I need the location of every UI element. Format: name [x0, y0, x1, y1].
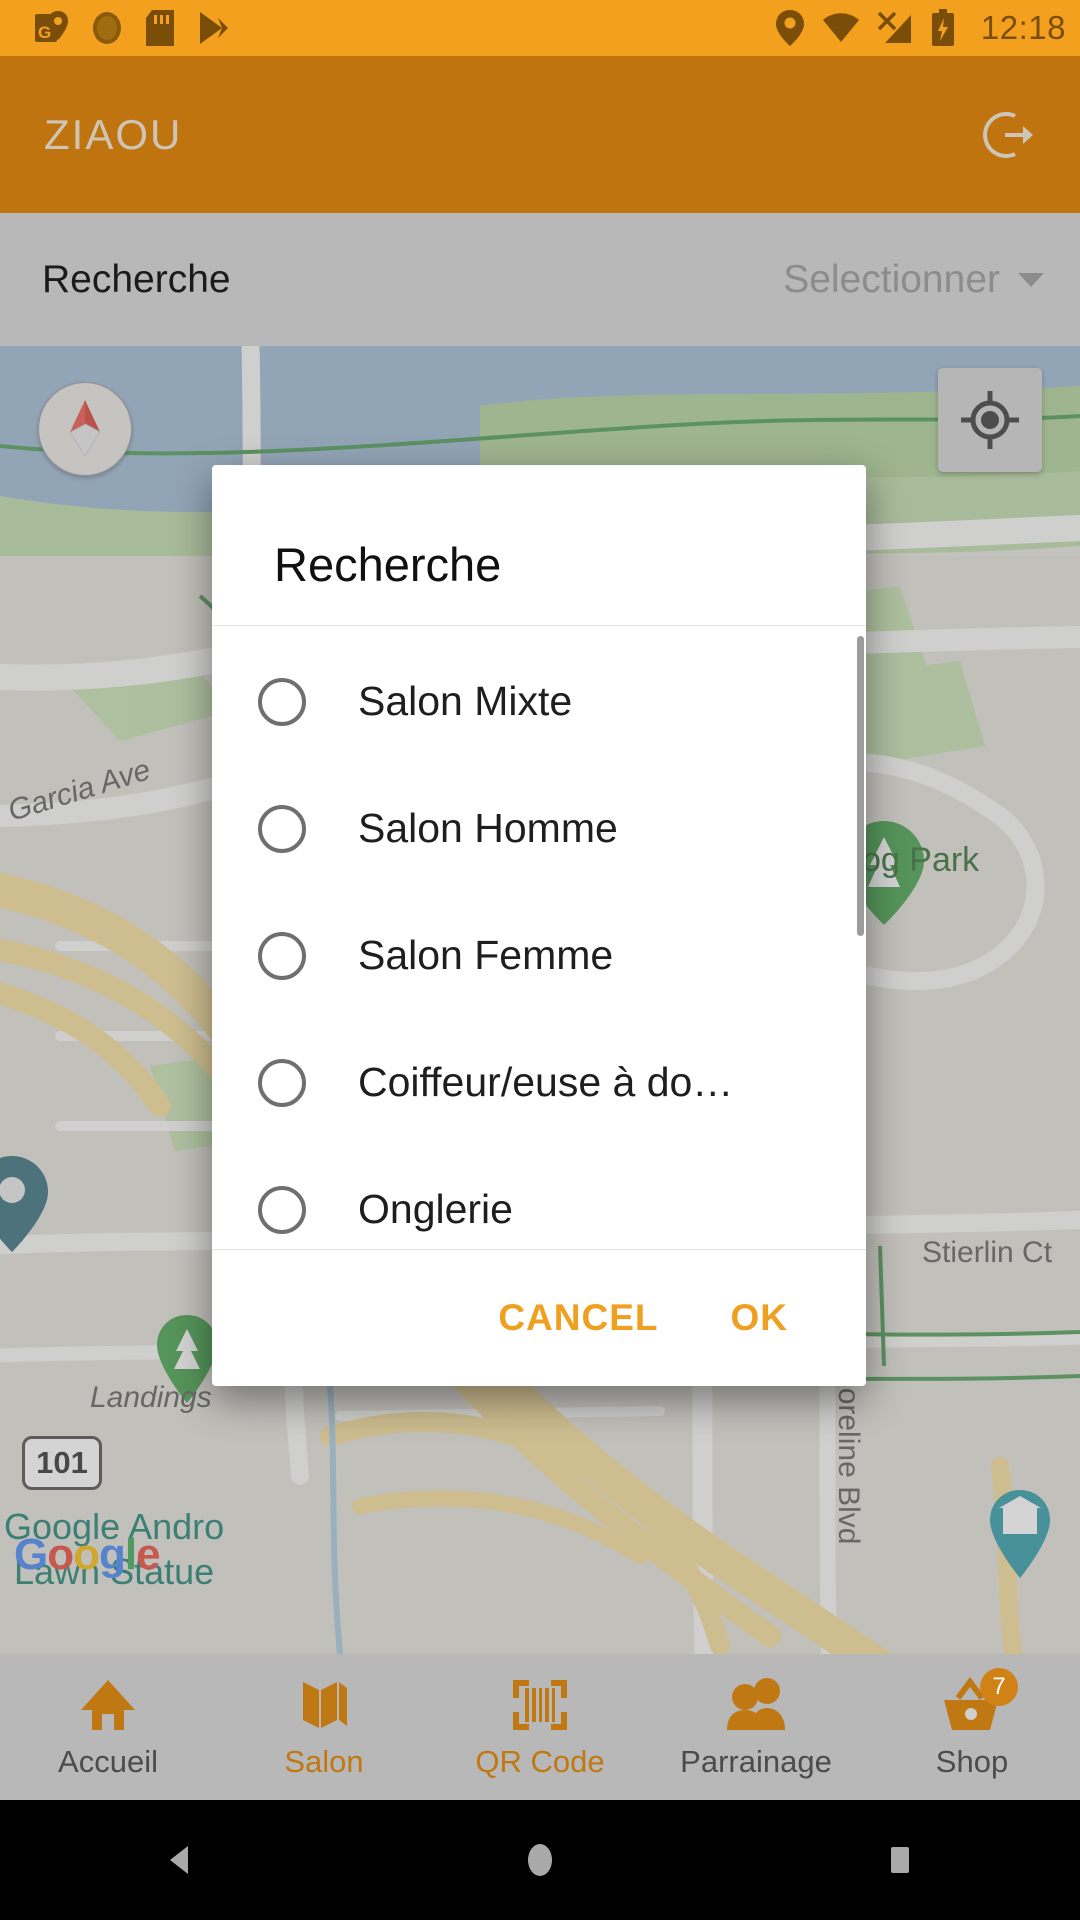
radio-option-label: Salon Mixte	[358, 678, 573, 724]
no-signal-icon	[877, 11, 911, 43]
circle-app-icon	[93, 12, 121, 44]
radio-option-salon-homme[interactable]: Salon Homme	[212, 765, 866, 892]
search-filter-bar: Recherche Selectionner	[0, 213, 1080, 346]
nav-label-parrainage: Parrainage	[680, 1744, 832, 1779]
dialog-list-scrollbar[interactable]	[857, 636, 864, 936]
compass-icon[interactable]	[38, 382, 132, 476]
battery-charging-icon	[931, 9, 954, 46]
my-location-icon[interactable]	[938, 368, 1042, 472]
dialog-action-bar: CANCEL OK	[212, 1250, 866, 1386]
radio-option-label: Coiffeur/euse à do…	[358, 1059, 734, 1105]
logout-icon[interactable]	[978, 103, 1042, 167]
museum-marker-icon	[990, 1490, 1050, 1578]
recherche-dialog: Recherche Salon Mixte Salon Homme Salon …	[212, 465, 866, 1386]
shop-badge-count: 7	[980, 1668, 1018, 1706]
map-icon	[295, 1674, 353, 1736]
cancel-button[interactable]: CANCEL	[472, 1279, 684, 1357]
play-store-icon	[200, 12, 228, 44]
nav-item-shop[interactable]: 7 Shop	[864, 1654, 1080, 1800]
map-label-landings: Landings	[90, 1381, 212, 1414]
dialog-options-list[interactable]: Salon Mixte Salon Homme Salon Femme Coif…	[212, 626, 866, 1249]
radio-button-icon[interactable]	[258, 931, 306, 980]
nav-label-accueil: Accueil	[58, 1744, 158, 1779]
radio-option-salon-mixte[interactable]: Salon Mixte	[212, 638, 866, 765]
nav-item-salon[interactable]: Salon	[216, 1654, 432, 1800]
radio-option-onglerie[interactable]: Onglerie	[212, 1146, 866, 1249]
radio-button-icon[interactable]	[258, 1185, 306, 1234]
map-label-highway-101: 101	[22, 1436, 102, 1490]
search-label: Recherche	[42, 257, 231, 301]
nav-item-parrainage[interactable]: Parrainage	[648, 1654, 864, 1800]
app-bar: ZIAOU	[0, 56, 1080, 213]
nav-item-accueil[interactable]: Accueil	[0, 1654, 216, 1800]
status-bar-clock: 12:18	[980, 9, 1066, 46]
category-dropdown[interactable]: Selectionner	[783, 258, 1044, 302]
chevron-down-icon	[1018, 272, 1044, 287]
recents-square-icon[interactable]	[840, 1800, 960, 1920]
status-bar: G 12:18	[0, 0, 1080, 56]
radio-button-icon[interactable]	[258, 677, 306, 726]
google-maps-icon: G	[35, 11, 68, 42]
bottom-navigation: Accueil Salon QR Code Parrainage 7 Shop	[0, 1654, 1080, 1800]
nav-label-shop: Shop	[935, 1744, 1009, 1779]
radio-option-label: Salon Homme	[358, 805, 618, 851]
radio-button-icon[interactable]	[258, 1058, 306, 1107]
location-pin-icon	[775, 10, 804, 46]
back-triangle-icon[interactable]	[120, 1800, 240, 1920]
nav-label-qrcode: QR Code	[475, 1744, 605, 1779]
android-navigation-bar	[0, 1800, 1080, 1920]
map-label-dog-park: og Park	[862, 841, 980, 879]
phone-screen: Garcia Ave Landings 101 Google Andro Law…	[0, 0, 1080, 1920]
barcode-icon	[509, 1674, 571, 1736]
radio-option-label: Onglerie	[358, 1186, 513, 1232]
app-title: ZIAOU	[44, 110, 183, 158]
people-icon	[723, 1674, 789, 1736]
basket-icon: 7	[940, 1668, 1018, 1736]
status-bar-right-icons: 12:18	[775, 9, 1066, 47]
radio-option-salon-femme[interactable]: Salon Femme	[212, 892, 866, 1019]
dialog-title: Recherche	[274, 538, 502, 591]
nav-item-qrcode[interactable]: QR Code	[432, 1654, 648, 1800]
status-bar-left-icons: G	[34, 10, 230, 46]
radio-option-coiffeur-domicile[interactable]: Coiffeur/euse à do…	[212, 1019, 866, 1146]
radio-button-icon[interactable]	[258, 804, 306, 853]
radio-option-label: Salon Femme	[358, 932, 614, 978]
home-icon	[77, 1674, 139, 1736]
ok-button[interactable]: OK	[705, 1279, 815, 1357]
nav-label-salon: Salon	[284, 1744, 364, 1779]
map-label-stierlin-ct: Stierlin Ct	[922, 1236, 1053, 1269]
wifi-icon	[822, 13, 859, 42]
category-dropdown-value: Selectionner	[783, 257, 1000, 301]
home-circle-icon[interactable]	[480, 1800, 600, 1920]
google-logo: Google	[14, 1530, 161, 1579]
sd-card-icon	[146, 10, 174, 46]
